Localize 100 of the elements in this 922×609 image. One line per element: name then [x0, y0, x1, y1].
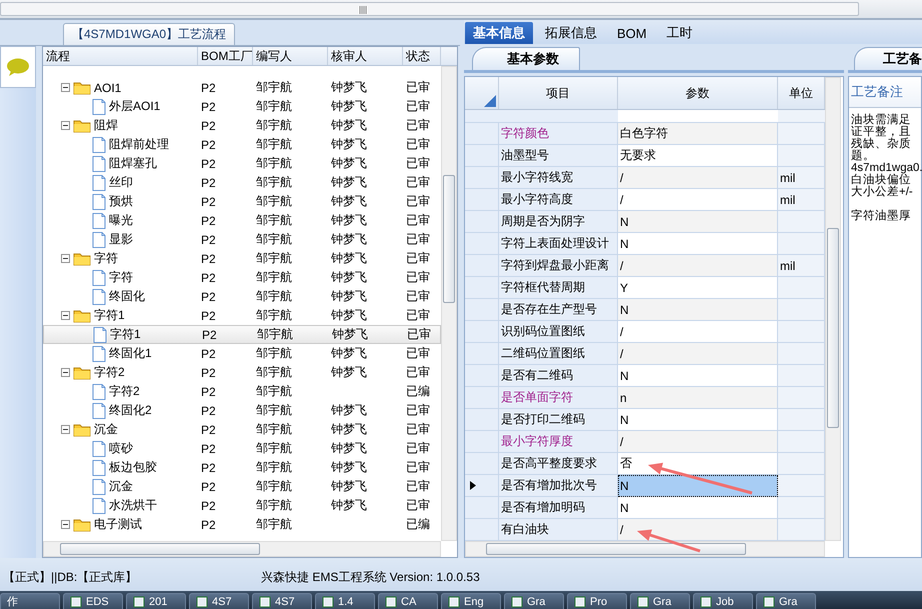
tree-row[interactable]: 预烘 P2 邹宇航 钟梦飞 已审 [43, 192, 441, 211]
column-header[interactable]: 核审人 [328, 47, 403, 65]
table-cell-text: 邹宇航 [255, 364, 293, 381]
column-header[interactable]: 编写人 [253, 47, 328, 65]
table-row[interactable]: 字符到焊盘最小距离 / mil [465, 255, 825, 277]
tab[interactable]: 工艺备 [854, 47, 922, 70]
tree-row[interactable]: 丝印 P2 邹宇航 钟梦飞 已审 [43, 173, 441, 192]
table-row[interactable]: 字符框代替周期 Y [465, 277, 825, 299]
table-row[interactable]: 二维码位置图纸 / [465, 343, 825, 365]
collapse-icon[interactable] [61, 254, 70, 263]
table-row[interactable]: 最小字符线宽 / mil [465, 167, 825, 189]
table-cell-text: P2 [200, 290, 217, 304]
table-row[interactable]: 有白油块 / [465, 519, 825, 541]
tab[interactable]: 拓展信息 [537, 22, 605, 44]
collapse-icon[interactable] [61, 121, 70, 130]
tree-row[interactable]: 电子测试 P2 邹宇航 已编 [43, 515, 441, 534]
taskbar-button[interactable]: CA [378, 593, 438, 609]
taskbar-button[interactable]: 1.4 [315, 593, 375, 609]
table-row[interactable]: 油墨型号 无要求 [465, 145, 825, 167]
taskbar-button[interactable]: 201 [126, 593, 186, 609]
column-header[interactable]: 流程 [43, 47, 198, 65]
tree-row[interactable]: 沉金 P2 邹宇航 钟梦飞 已审 [43, 477, 441, 496]
table-row[interactable]: 最小字符厚度 / [465, 431, 825, 453]
collapse-icon[interactable] [61, 83, 70, 92]
tree-row[interactable]: 字符2 P2 邹宇航 钟梦飞 已审 [43, 363, 441, 382]
table-row[interactable]: 周期是否为阴字 N [465, 211, 825, 233]
tree-row[interactable]: 字符2 P2 邹宇航 已编 [43, 382, 441, 401]
table-cell: 最小字符高度 [499, 189, 618, 211]
table-cell[interactable]: N [618, 475, 778, 497]
scrollbar[interactable] [441, 66, 457, 541]
tree-row[interactable]: 字符 P2 邹宇航 钟梦飞 已审 [43, 268, 441, 287]
table-cell[interactable]: n [618, 387, 778, 409]
table-row[interactable]: 是否高平整度要求 否 [465, 453, 825, 475]
tree-row[interactable]: 外层AOI1 P2 邹宇航 钟梦飞 已审 [43, 97, 441, 116]
scrollbar[interactable] [0, 2, 859, 16]
table-cell[interactable]: / [618, 431, 778, 453]
table-row[interactable]: 字符颜色 白色字符 [465, 123, 825, 145]
table-cell[interactable]: / [618, 255, 778, 277]
tree-row[interactable]: 终固化 P2 邹宇航 钟梦飞 已审 [43, 287, 441, 306]
collapse-icon[interactable] [61, 368, 70, 377]
taskbar-button[interactable]: Eng [441, 593, 501, 609]
table-cell[interactable]: N [618, 299, 778, 321]
tree-row[interactable]: 板边包胶 P2 邹宇航 钟梦飞 已审 [43, 458, 441, 477]
table-row[interactable]: 是否打印二维码 N [465, 409, 825, 431]
tree-row[interactable]: 沉金 P2 邹宇航 钟梦飞 已审 [43, 420, 441, 439]
tree-row[interactable]: 曝光 P2 邹宇航 钟梦飞 已审 [43, 211, 441, 230]
taskbar-button[interactable]: 4S7 [252, 593, 312, 609]
tree-label: 喷砂 [109, 440, 133, 457]
column-header[interactable]: BOM工厂 [198, 47, 253, 65]
table-row[interactable]: 是否有增加明码 N [465, 497, 825, 519]
taskbar-button[interactable]: 作 [0, 593, 60, 609]
table-row[interactable]: 字符上表面处理设计 N [465, 233, 825, 255]
table-cell[interactable]: N [618, 211, 778, 233]
tab[interactable]: 基本信息 [465, 22, 533, 44]
table-row[interactable]: 是否单面字符 n [465, 387, 825, 409]
table-row[interactable]: 识别码位置图纸 / [465, 321, 825, 343]
table-row[interactable]: 最小字符高度 / mil [465, 189, 825, 211]
scrollbar[interactable] [825, 77, 841, 541]
tree-row[interactable]: 水洗烘干 P2 邹宇航 钟梦飞 已审 [43, 496, 441, 515]
tree-row[interactable]: AOI1 P2 邹宇航 钟梦飞 已审 [43, 78, 441, 97]
table-cell-text: 钟梦飞 [330, 421, 368, 438]
tree-row[interactable]: 阻焊 P2 邹宇航 钟梦飞 已审 [43, 116, 441, 135]
tree-row[interactable]: 阻焊前处理 P2 邹宇航 钟梦飞 已审 [43, 135, 441, 154]
tree-row[interactable]: 喷砂 P2 邹宇航 钟梦飞 已审 [43, 439, 441, 458]
taskbar-button[interactable]: Gra [756, 593, 816, 609]
table-cell[interactable]: / [618, 343, 778, 365]
file-icon [92, 384, 106, 400]
table-row[interactable]: 是否存在生产型号 N [465, 299, 825, 321]
column-header[interactable]: 项目 [499, 77, 618, 109]
tree-row[interactable]: 字符 P2 邹宇航 钟梦飞 已审 [43, 249, 441, 268]
taskbar-button[interactable]: Pro [567, 593, 627, 609]
scrollbar[interactable] [43, 541, 441, 557]
tab[interactable]: BOM [609, 22, 655, 44]
tree-row[interactable]: 终固化1 P2 邹宇航 钟梦飞 已审 [43, 344, 441, 363]
collapse-icon[interactable] [61, 520, 70, 529]
tree-row[interactable]: 阻焊塞孔 P2 邹宇航 钟梦飞 已审 [43, 154, 441, 173]
tree-row[interactable]: 字符1 P2 邹宇航 钟梦飞 已审 [43, 325, 441, 344]
taskbar-button[interactable]: Gra [630, 593, 690, 609]
table-row[interactable]: 是否有增加批次号 N [465, 475, 825, 497]
tree-row[interactable]: 终固化2 P2 邹宇航 钟梦飞 已审 [43, 401, 441, 420]
table-cell[interactable]: 白色字符 [618, 123, 778, 145]
tree-row[interactable]: 显影 P2 邹宇航 钟梦飞 已审 [43, 230, 441, 249]
panel-tab[interactable]: 【4S7MD1WGA0】工艺流程 [63, 23, 236, 45]
table-row[interactable]: 是否有二维码 N [465, 365, 825, 387]
table-cell[interactable]: / [618, 167, 778, 189]
column-header[interactable]: 状态 [403, 47, 441, 65]
table-cell[interactable]: / [618, 519, 778, 541]
scrollbar[interactable] [465, 541, 825, 557]
collapse-icon[interactable] [61, 311, 70, 320]
taskbar-button[interactable]: 4S7 [189, 593, 249, 609]
annotation-arrow [637, 530, 700, 552]
taskbar-button[interactable]: Gra [504, 593, 564, 609]
column-header[interactable]: 参数 [618, 77, 778, 109]
collapse-icon[interactable] [61, 425, 70, 434]
tab[interactable]: 基本参数 [472, 47, 580, 70]
tab[interactable]: 工时 [658, 22, 701, 44]
table-cell-text: 邹宇航 [255, 212, 293, 229]
taskbar-button[interactable]: EDS [63, 593, 123, 609]
tree-row[interactable]: 字符1 P2 邹宇航 钟梦飞 已审 [43, 306, 441, 325]
taskbar-button[interactable]: Job [693, 593, 753, 609]
